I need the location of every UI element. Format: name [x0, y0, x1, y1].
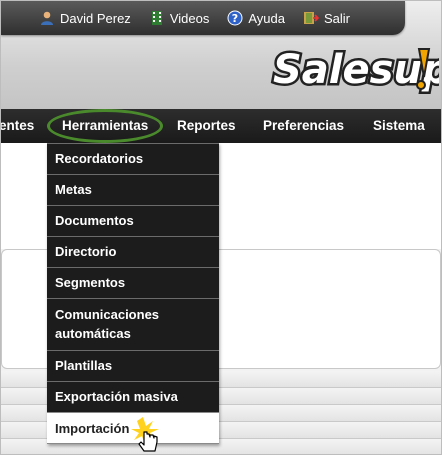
exit-label: Salir	[323, 10, 350, 26]
menu-item-comunicaciones[interactable]: Comunicaciones automáticas	[47, 298, 219, 350]
top-user-bar: David Perez Videos ? Ayuda Salir	[1, 1, 405, 35]
menu-item-exportacion[interactable]: Exportación masiva	[47, 381, 219, 412]
help-link[interactable]: ? Ayuda	[227, 10, 285, 26]
user-name: David Perez	[60, 10, 131, 26]
user-icon	[39, 10, 55, 26]
menu-item-metas[interactable]: Metas	[47, 174, 219, 205]
nav-item-herramientas[interactable]: Herramientas	[62, 109, 148, 143]
videos-link[interactable]: Videos	[149, 10, 210, 26]
nav-item-clientes[interactable]: entes	[1, 109, 34, 143]
help-icon: ?	[227, 10, 243, 26]
nav-item-preferencias[interactable]: Preferencias	[263, 109, 344, 143]
menu-item-recordatorios[interactable]: Recordatorios	[47, 143, 219, 174]
app-window: David Perez Videos ? Ayuda Salir Salesup…	[0, 0, 442, 455]
exit-link[interactable]: Salir	[303, 10, 350, 26]
salesup-logo[interactable]: Salesup	[269, 39, 442, 103]
herramientas-dropdown: Recordatorios Metas Documentos Directori…	[47, 143, 219, 444]
menu-item-importacion[interactable]: Importación	[47, 412, 219, 444]
main-nav: entes Herramientas Reportes Preferencias…	[1, 109, 441, 143]
menu-item-segmentos[interactable]: Segmentos	[47, 267, 219, 298]
user-menu[interactable]: David Perez	[39, 10, 131, 26]
exit-door-icon	[303, 10, 319, 26]
videos-label: Videos	[169, 10, 210, 26]
svg-text:Salesup: Salesup	[273, 47, 439, 93]
nav-item-sistema[interactable]: Sistema	[373, 109, 425, 143]
svg-text:?: ?	[232, 12, 238, 25]
menu-item-directorio[interactable]: Directorio	[47, 236, 219, 267]
menu-item-documentos[interactable]: Documentos	[47, 205, 219, 236]
header: David Perez Videos ? Ayuda Salir Salesup	[1, 1, 442, 109]
help-label: Ayuda	[248, 10, 285, 26]
nav-item-reportes[interactable]: Reportes	[177, 109, 236, 143]
menu-item-plantillas[interactable]: Plantillas	[47, 350, 219, 381]
film-icon	[149, 10, 165, 26]
